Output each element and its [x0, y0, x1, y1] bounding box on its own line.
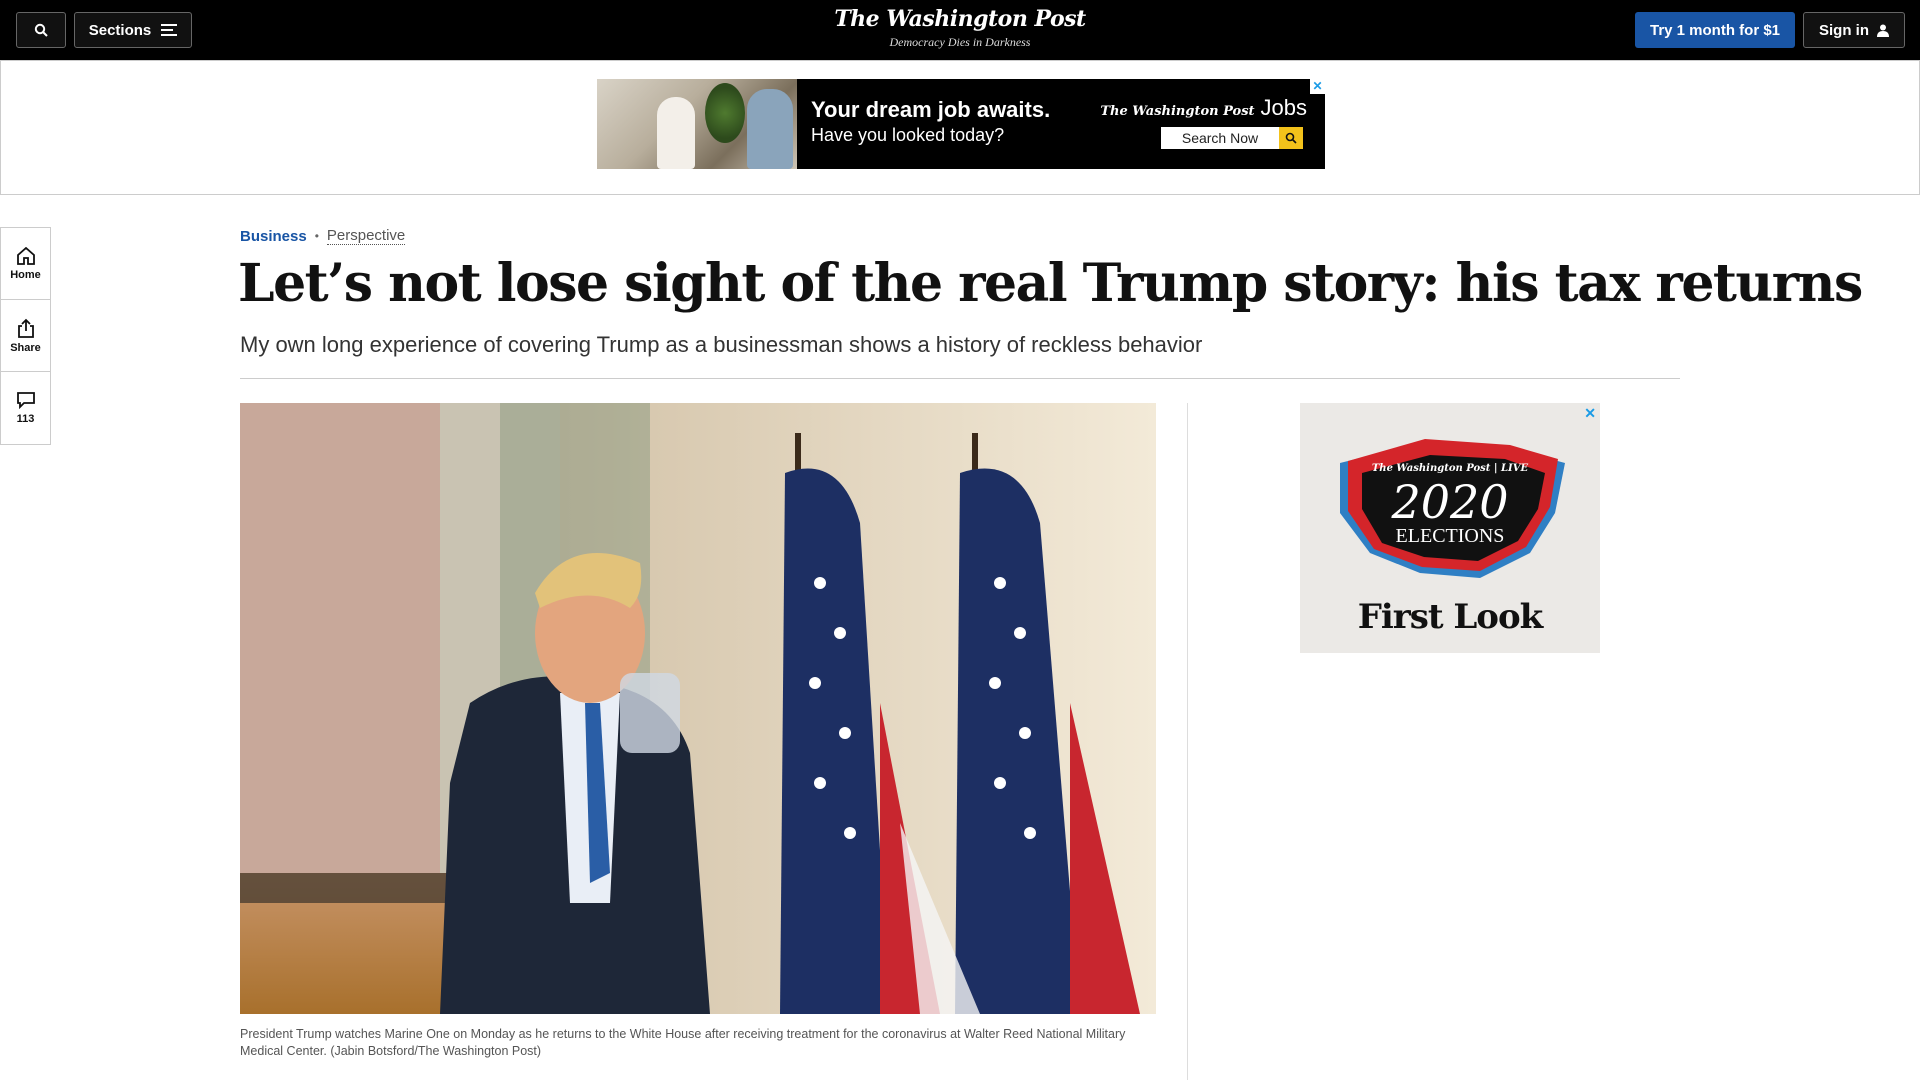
- ad-photo: [597, 79, 797, 169]
- perspective-label[interactable]: Perspective: [326, 227, 406, 245]
- ad-search-icon[interactable]: [1279, 127, 1303, 149]
- sign-in-button[interactable]: Sign in: [1803, 12, 1905, 48]
- subscribe-button[interactable]: Try 1 month for $1: [1635, 12, 1795, 48]
- ad-brand-logo: The Washington Post: [1100, 104, 1255, 119]
- site-logo[interactable]: The Washington Post: [760, 6, 1160, 32]
- rail-comments[interactable]: 113: [1, 372, 50, 444]
- rail-share[interactable]: Share: [1, 300, 50, 372]
- top-ad-container: Your dream job awaits. Have you looked t…: [0, 60, 1920, 195]
- top-nav: Sections The Washington Post Democracy D…: [0, 0, 1920, 60]
- side-ad-cta: First Look: [1357, 597, 1543, 637]
- section-link[interactable]: Business: [240, 228, 307, 245]
- side-ad-brand: The Washington Post | LIVE: [1371, 463, 1529, 474]
- elections-ad[interactable]: ✕ The Washington Post | LIVE 2020 ELECTI…: [1300, 403, 1600, 653]
- sections-label: Sections: [88, 21, 152, 39]
- user-icon: [1877, 24, 1889, 37]
- rail-home-label: Home: [10, 268, 41, 281]
- comments-count: 113: [16, 413, 35, 425]
- ad-headline: Your dream job awaits.: [811, 97, 1051, 122]
- search-icon: [34, 23, 48, 37]
- header-divider: [240, 378, 1680, 379]
- kicker-separator: •: [314, 229, 319, 243]
- article-kicker: Business • Perspective: [240, 227, 406, 245]
- column-divider: [1187, 403, 1188, 1080]
- left-rail: Home Share 113: [0, 227, 51, 445]
- sections-button[interactable]: Sections: [74, 12, 192, 48]
- side-ad-title: ELECTIONS: [1395, 525, 1505, 547]
- ad-subline: Have you looked today?: [811, 125, 1005, 145]
- ad-search-button[interactable]: Search Now: [1161, 127, 1279, 149]
- ad-text: Your dream job awaits. Have you looked t…: [811, 97, 1050, 146]
- menu-icon: [161, 24, 178, 36]
- lead-photo[interactable]: [240, 403, 1156, 1014]
- article-dek: My own long experience of covering Trump…: [240, 332, 1203, 357]
- tagline: Democracy Dies in Darkness: [889, 35, 1031, 49]
- share-icon: [17, 318, 34, 338]
- masthead[interactable]: The Washington Post Democracy Dies in Da…: [760, 6, 1160, 50]
- ad-close-icon[interactable]: ✕: [1310, 79, 1325, 94]
- ad-brand: The Washington Post Jobs: [1100, 95, 1307, 121]
- home-icon: [16, 246, 35, 265]
- side-ad-close-icon[interactable]: ✕: [1584, 405, 1596, 422]
- article-headline: Let’s not lose sight of the real Trump s…: [238, 253, 1863, 314]
- ad-brand-product: Jobs: [1260, 95, 1307, 120]
- rail-share-label: Share: [10, 341, 41, 354]
- rail-home[interactable]: Home: [1, 228, 50, 300]
- comment-icon: [16, 392, 35, 409]
- jobs-ad-banner[interactable]: Your dream job awaits. Have you looked t…: [597, 79, 1325, 169]
- search-button[interactable]: [16, 12, 66, 48]
- side-ad-year: 2020: [1391, 475, 1509, 529]
- sign-in-label: Sign in: [1819, 21, 1869, 39]
- photo-caption: President Trump watches Marine One on Mo…: [240, 1027, 1126, 1058]
